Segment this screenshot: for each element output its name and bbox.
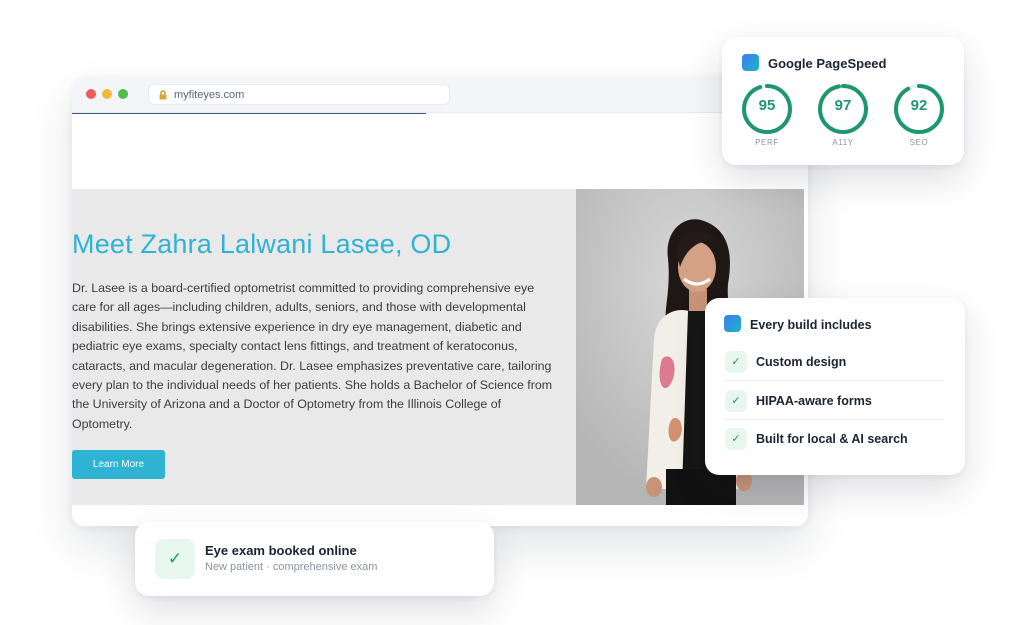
score-value: 92 (910, 97, 928, 114)
check-icon: ✓ (725, 428, 747, 450)
check-icon: ✓ (725, 390, 747, 412)
score-value: 95 (758, 97, 776, 114)
brand-logo-icon (724, 315, 741, 332)
check-icon: ✓ (725, 351, 747, 373)
maximize-window-dot[interactable] (118, 89, 128, 99)
doctor-bio: Dr. Lasee is a board-certified optometri… (72, 281, 553, 431)
pagespeed-card: Google PageSpeed 95 PERF 97 A11Y 92 SEO (722, 37, 964, 165)
lock-icon (159, 89, 167, 99)
url-text: myfiteyes.com (174, 88, 245, 101)
score-gauge-seo: 92 SEO (893, 83, 945, 147)
score-gauge-a11y: 97 A11Y (817, 83, 869, 147)
build-features-title: Every build includes (750, 318, 872, 332)
check-icon: ✓ (155, 539, 195, 579)
score-gauge-perf: 95 PERF (741, 83, 793, 147)
feature-item: ✓ Custom design (723, 343, 945, 381)
feature-item: ✓ Built for local & AI search (723, 420, 945, 458)
pagespeed-logo-icon (742, 54, 759, 71)
score-label: PERF (755, 138, 779, 147)
website-page: Meet Zahra Lalwani Lasee, OD Dr. Lasee i… (72, 114, 808, 526)
address-bar[interactable]: myfiteyes.com (148, 84, 450, 105)
booking-subtitle: New patient · comprehensive exam (205, 561, 378, 573)
score-label: A11Y (832, 138, 854, 147)
booking-notification-card: ✓ Eye exam booked online New patient · c… (135, 522, 494, 596)
score-label: SEO (909, 138, 929, 147)
feature-item: ✓ HIPAA-aware forms (723, 382, 945, 420)
feature-label: Custom design (756, 355, 847, 369)
doctor-hero-section: Meet Zahra Lalwani Lasee, OD Dr. Lasee i… (72, 189, 804, 505)
learn-more-button[interactable]: Learn More (72, 450, 165, 479)
browser-chrome: myfiteyes.com (72, 77, 808, 113)
booking-title: Eye exam booked online (205, 543, 357, 558)
feature-label: Built for local & AI search (756, 432, 908, 446)
browser-window: myfiteyes.com Meet Zahra Lalwani Lasee, … (72, 77, 808, 526)
feature-label: HIPAA-aware forms (756, 394, 872, 408)
build-features-card: Every build includes ✓ Custom design ✓ H… (705, 298, 965, 475)
pagespeed-title: Google PageSpeed (768, 56, 887, 71)
minimize-window-dot[interactable] (102, 89, 112, 99)
close-window-dot[interactable] (86, 89, 96, 99)
doctor-heading: Meet Zahra Lalwani Lasee, OD (72, 229, 452, 259)
score-value: 97 (834, 97, 852, 114)
